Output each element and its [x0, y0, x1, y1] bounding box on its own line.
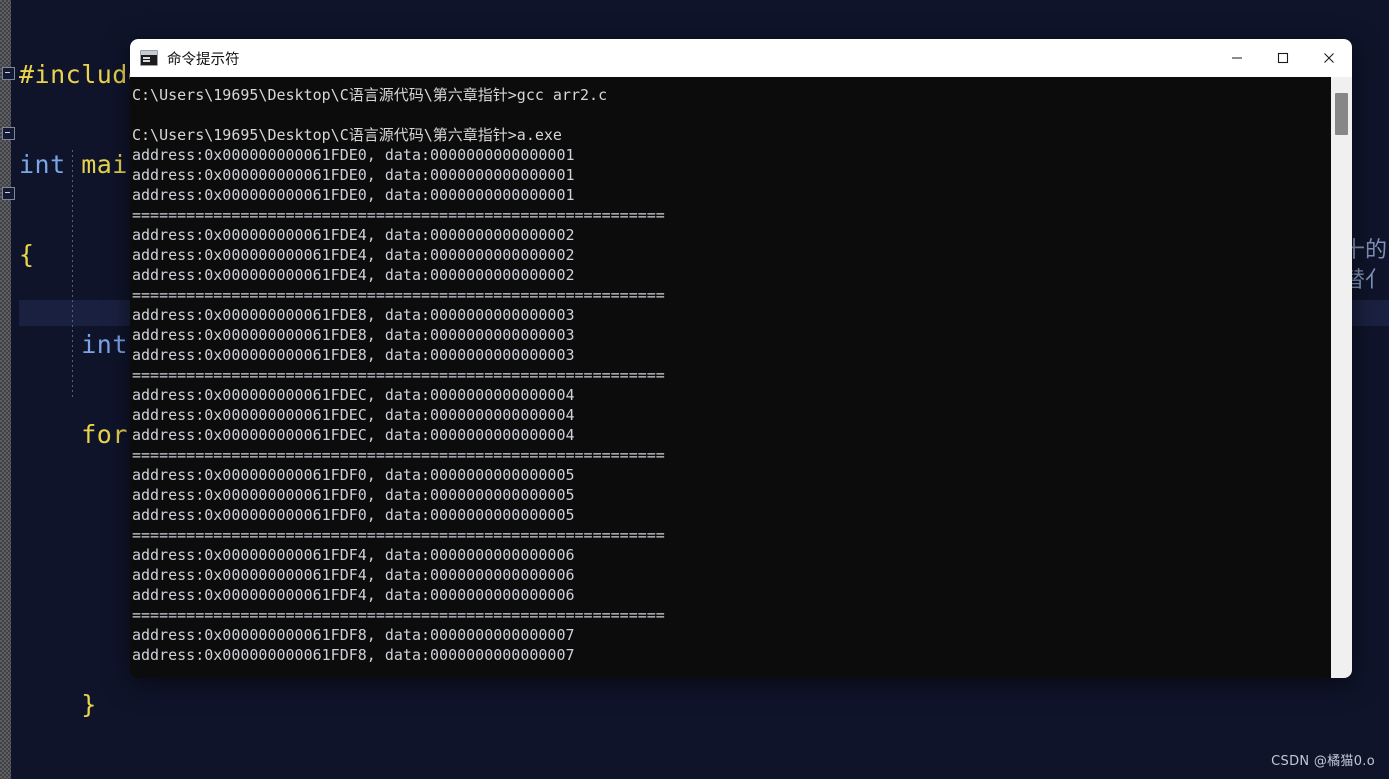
maximize-button[interactable] [1260, 39, 1306, 77]
console-line: address:0x000000000061FDF4, data:0000000… [132, 566, 575, 584]
console-scrollbar-thumb[interactable] [1335, 93, 1348, 135]
console-body[interactable]: C:\Users\19695\Desktop\C语言源代码\第六章指针>gcc … [130, 77, 1352, 678]
console-line: ========================================… [132, 526, 665, 544]
editor-gutter [11, 0, 19, 779]
console-line: C:\Users\19695\Desktop\C语言源代码\第六章指针>a.ex… [132, 126, 562, 144]
code-line-8: } [19, 690, 97, 719]
fold-marker-2[interactable] [2, 127, 15, 140]
csdn-watermark: CSDN @橘猫0.o [1271, 754, 1375, 769]
editor-minimap-strip[interactable] [0, 0, 11, 779]
console-line: address:0x000000000061FDE0, data:0000000… [132, 186, 575, 204]
console-line: ========================================… [132, 606, 665, 624]
console-line: address:0x000000000061FDEC, data:0000000… [132, 406, 575, 424]
minimize-button[interactable] [1214, 39, 1260, 77]
console-line: ========================================… [132, 366, 665, 384]
console-scrollbar[interactable] [1331, 77, 1352, 678]
fold-marker-1[interactable] [2, 67, 15, 80]
console-line: address:0x000000000061FDEC, data:0000000… [132, 386, 575, 404]
window-title: 命令提示符 [167, 51, 240, 68]
console-line: ========================================… [132, 206, 665, 224]
console-line: address:0x000000000061FDF0, data:0000000… [132, 506, 575, 524]
console-line: address:0x000000000061FDE0, data:0000000… [132, 146, 575, 164]
console-line: address:0x000000000061FDE4, data:0000000… [132, 246, 575, 264]
console-line: address:0x000000000061FDF4, data:0000000… [132, 586, 575, 604]
console-line: address:0x000000000061FDF0, data:0000000… [132, 486, 575, 504]
console-line: address:0x000000000061FDE8, data:0000000… [132, 326, 575, 344]
console-icon [140, 50, 158, 66]
console-line: address:0x000000000061FDE4, data:0000000… [132, 266, 575, 284]
command-prompt-window[interactable]: 命令提示符 C:\Users\19695\Desktop\C语言源代码\第六章指… [130, 39, 1352, 678]
console-line: address:0x000000000061FDE4, data:0000000… [132, 226, 575, 244]
console-line: address:0x000000000061FDE8, data:0000000… [132, 306, 575, 324]
code-keyword-int-2: int [81, 330, 128, 359]
window-controls [1214, 39, 1352, 77]
console-line: C:\Users\19695\Desktop\C语言源代码\第六章指针>gcc … [132, 86, 608, 104]
console-line: address:0x000000000061FDEC, data:0000000… [132, 426, 575, 444]
console-line: address:0x000000000061FDF0, data:0000000… [132, 466, 575, 484]
close-button[interactable] [1306, 39, 1352, 77]
console-line: address:0x000000000061FDF8, data:0000000… [132, 626, 575, 644]
console-output-text: C:\Users\19695\Desktop\C语言源代码\第六章指针>gcc … [132, 85, 1331, 665]
console-line: address:0x000000000061FDF8, data:0000000… [132, 646, 575, 664]
console-line: address:0x000000000061FDF4, data:0000000… [132, 546, 575, 564]
console-output-area[interactable]: C:\Users\19695\Desktop\C语言源代码\第六章指针>gcc … [130, 77, 1331, 678]
console-line: ========================================… [132, 286, 665, 304]
fold-marker-3[interactable] [2, 187, 15, 200]
code-keyword-int: int [19, 150, 66, 179]
console-line: ========================================… [132, 446, 665, 464]
console-line: address:0x000000000061FDE8, data:0000000… [132, 346, 575, 364]
window-titlebar[interactable]: 命令提示符 [130, 39, 1352, 77]
console-line: address:0x000000000061FDE0, data:0000000… [132, 166, 575, 184]
